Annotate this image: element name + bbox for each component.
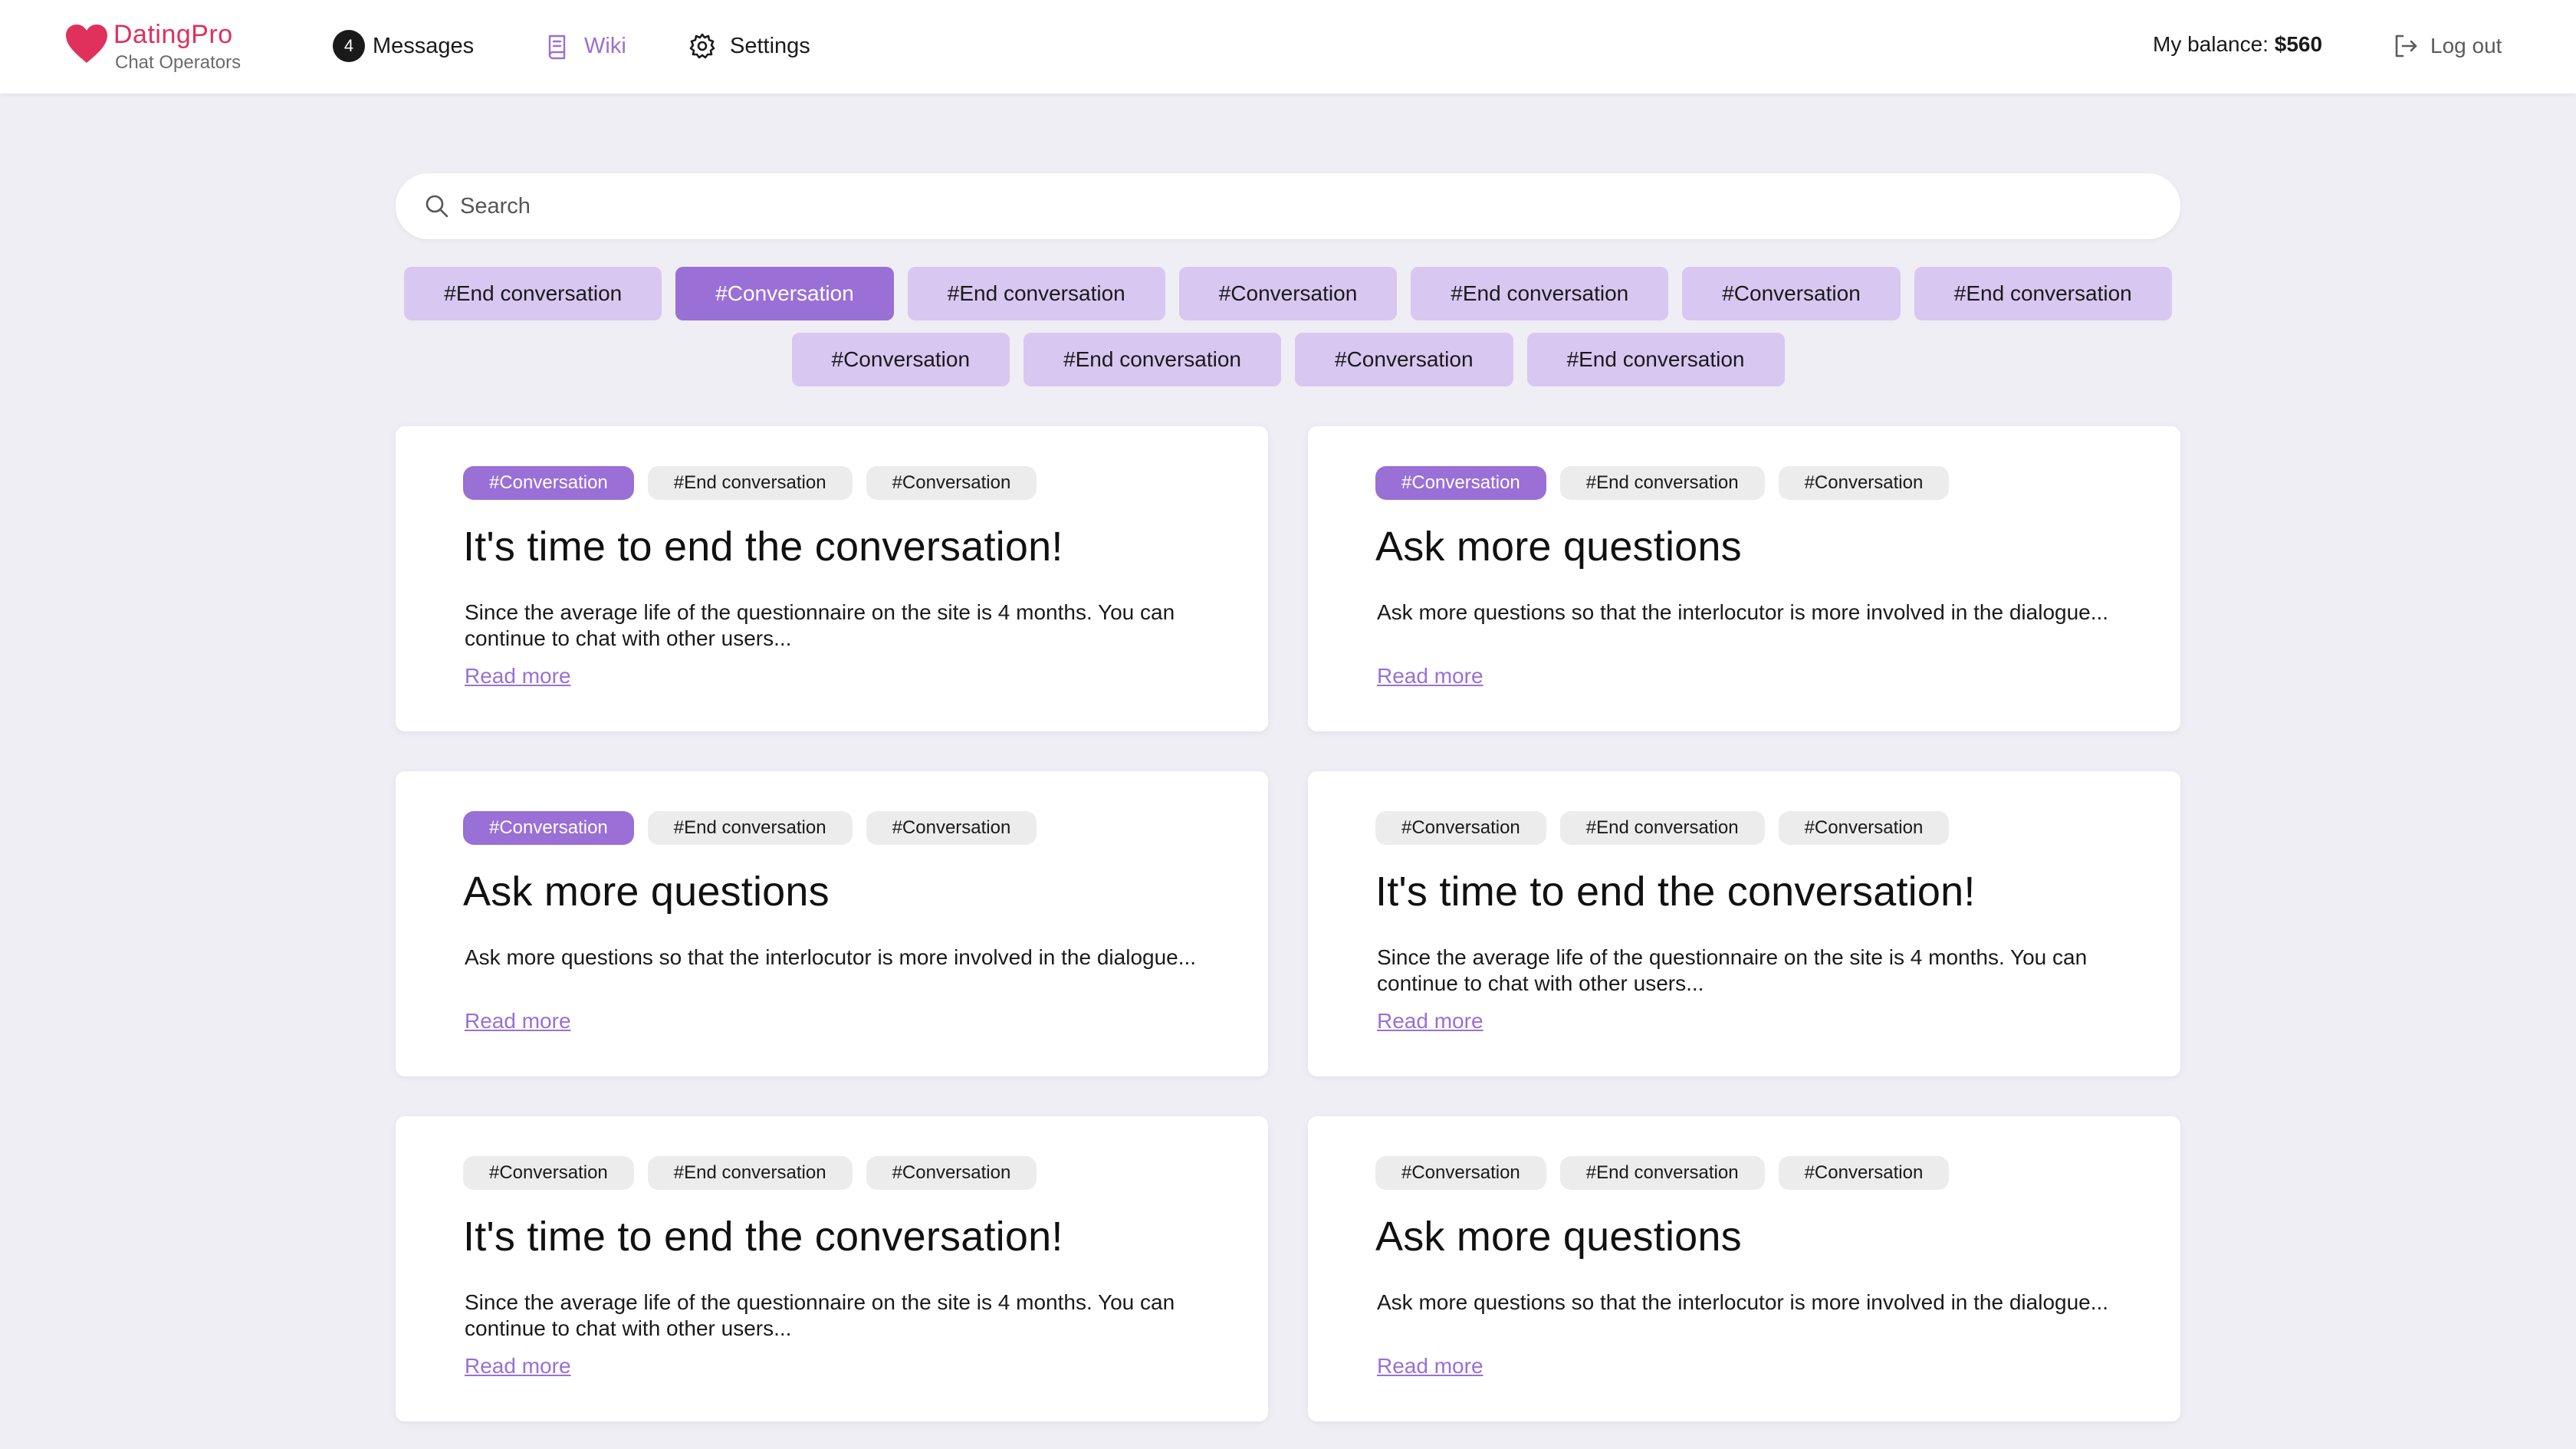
card-tag[interactable]: #End conversation <box>647 466 853 500</box>
card-tag[interactable]: #Conversation <box>463 811 634 845</box>
card-tag[interactable]: #Conversation <box>866 811 1037 845</box>
wiki-card: #Conversation #End conversation #Convers… <box>1308 771 2180 1076</box>
search-bar[interactable] <box>396 173 2180 239</box>
card-tag[interactable]: #Conversation <box>866 1156 1037 1190</box>
wiki-card: #Conversation #End conversation #Convers… <box>1308 426 2180 731</box>
read-more-link[interactable]: Read more <box>1377 664 1484 688</box>
card-title: Ask more questions <box>1375 524 1742 570</box>
card-title: It's time to end the conversation! <box>463 524 1063 570</box>
logo-subtitle: Chat Operators <box>115 52 242 73</box>
filter-tag[interactable]: #End conversation <box>404 267 662 320</box>
wiki-card: #Conversation #End conversation #Convers… <box>1308 1116 2180 1421</box>
card-title: It's time to end the conversation! <box>463 1214 1063 1260</box>
search-input[interactable] <box>460 193 2147 219</box>
card-tag[interactable]: #Conversation <box>1778 1156 1950 1190</box>
nav-wiki[interactable]: Wiki <box>543 29 626 63</box>
filter-tag[interactable]: #Conversation <box>1682 267 1901 320</box>
filter-tag[interactable]: #End conversation <box>907 267 1165 320</box>
top-header: DatingPro Chat Operators 4 Messages Wiki… <box>0 0 2576 94</box>
read-more-link[interactable]: Read more <box>465 1009 571 1033</box>
card-tags: #Conversation #End conversation #Convers… <box>463 466 1037 500</box>
filter-tags: #End conversation #Conversation #End con… <box>396 267 2180 386</box>
card-tags: #Conversation #End conversation #Convers… <box>1375 811 1950 845</box>
messages-count-badge: 4 <box>333 30 365 62</box>
logo-name: DatingPro <box>113 20 233 49</box>
filter-tag[interactable]: #Conversation <box>791 333 1010 386</box>
filter-tag[interactable]: #End conversation <box>1914 267 2172 320</box>
read-more-link[interactable]: Read more <box>465 1354 571 1378</box>
card-tag[interactable]: #End conversation <box>1559 1156 1765 1190</box>
filter-tag[interactable]: #Conversation <box>1178 267 1398 320</box>
card-tag[interactable]: #Conversation <box>1778 466 1950 500</box>
card-tag[interactable]: #Conversation <box>866 466 1037 500</box>
wiki-card: #Conversation #End conversation #Convers… <box>396 771 1268 1076</box>
card-excerpt: Since the average life of the questionna… <box>1377 945 2088 995</box>
card-title: Ask more questions <box>463 869 830 915</box>
nav-wiki-label: Wiki <box>584 33 626 58</box>
card-tag[interactable]: #Conversation <box>463 1156 634 1190</box>
card-tag[interactable]: #End conversation <box>1559 811 1765 845</box>
filter-tag[interactable]: #End conversation <box>1411 267 1669 320</box>
card-title: It's time to end the conversation! <box>1375 869 1976 915</box>
card-excerpt: Ask more questions so that the interlocu… <box>1377 1290 2109 1314</box>
balance-value: $560 <box>2274 32 2323 56</box>
wiki-card: #Conversation #End conversation #Convers… <box>396 426 1268 731</box>
card-tag[interactable]: #Conversation <box>1778 811 1950 845</box>
filter-tag[interactable]: #Conversation <box>675 267 894 320</box>
nav-settings-label: Settings <box>730 33 810 58</box>
card-excerpt: Since the average life of the questionna… <box>465 1290 1175 1340</box>
card-tags: #Conversation #End conversation #Convers… <box>1375 466 1950 500</box>
card-excerpt: Since the average life of the questionna… <box>465 600 1175 650</box>
nav-messages[interactable]: 4 Messages <box>333 29 474 63</box>
filter-tag[interactable]: #End conversation <box>1024 333 1281 386</box>
filter-tag[interactable]: #Conversation <box>1295 333 1513 386</box>
logout-button[interactable]: Log out <box>2392 29 2502 63</box>
read-more-link[interactable]: Read more <box>1377 1009 1484 1033</box>
card-tag[interactable]: #Conversation <box>1375 466 1546 500</box>
card-tags: #Conversation #End conversation #Convers… <box>463 811 1037 845</box>
card-tag[interactable]: #End conversation <box>647 811 853 845</box>
wiki-card: #Conversation #End conversation #Convers… <box>396 1116 1268 1421</box>
filter-tag[interactable]: #End conversation <box>1526 333 1785 386</box>
search-icon <box>426 195 449 218</box>
card-tag[interactable]: #Conversation <box>463 466 634 500</box>
heart-logo-icon <box>66 25 107 63</box>
gear-icon <box>689 33 715 59</box>
logout-icon <box>2395 34 2417 58</box>
wiki-book-icon <box>548 34 566 60</box>
nav-messages-label: Messages <box>373 33 475 58</box>
card-excerpt: Ask more questions so that the interlocu… <box>1377 600 2109 624</box>
read-more-link[interactable]: Read more <box>465 664 571 688</box>
balance-display: My balance: $560 <box>2153 32 2322 57</box>
card-tags: #Conversation #End conversation #Convers… <box>1375 1156 1950 1190</box>
card-tags: #Conversation #End conversation #Convers… <box>463 1156 1037 1190</box>
balance-label: My balance: <box>2153 32 2269 56</box>
card-tag[interactable]: #End conversation <box>1559 466 1765 500</box>
logout-label: Log out <box>2430 34 2502 58</box>
card-tag[interactable]: #End conversation <box>647 1156 853 1190</box>
card-title: Ask more questions <box>1375 1214 1742 1260</box>
nav-settings[interactable]: Settings <box>688 29 810 63</box>
read-more-link[interactable]: Read more <box>1377 1354 1484 1378</box>
card-excerpt: Ask more questions so that the interlocu… <box>465 945 1197 969</box>
card-tag[interactable]: #Conversation <box>1375 811 1546 845</box>
card-tag[interactable]: #Conversation <box>1375 1156 1546 1190</box>
